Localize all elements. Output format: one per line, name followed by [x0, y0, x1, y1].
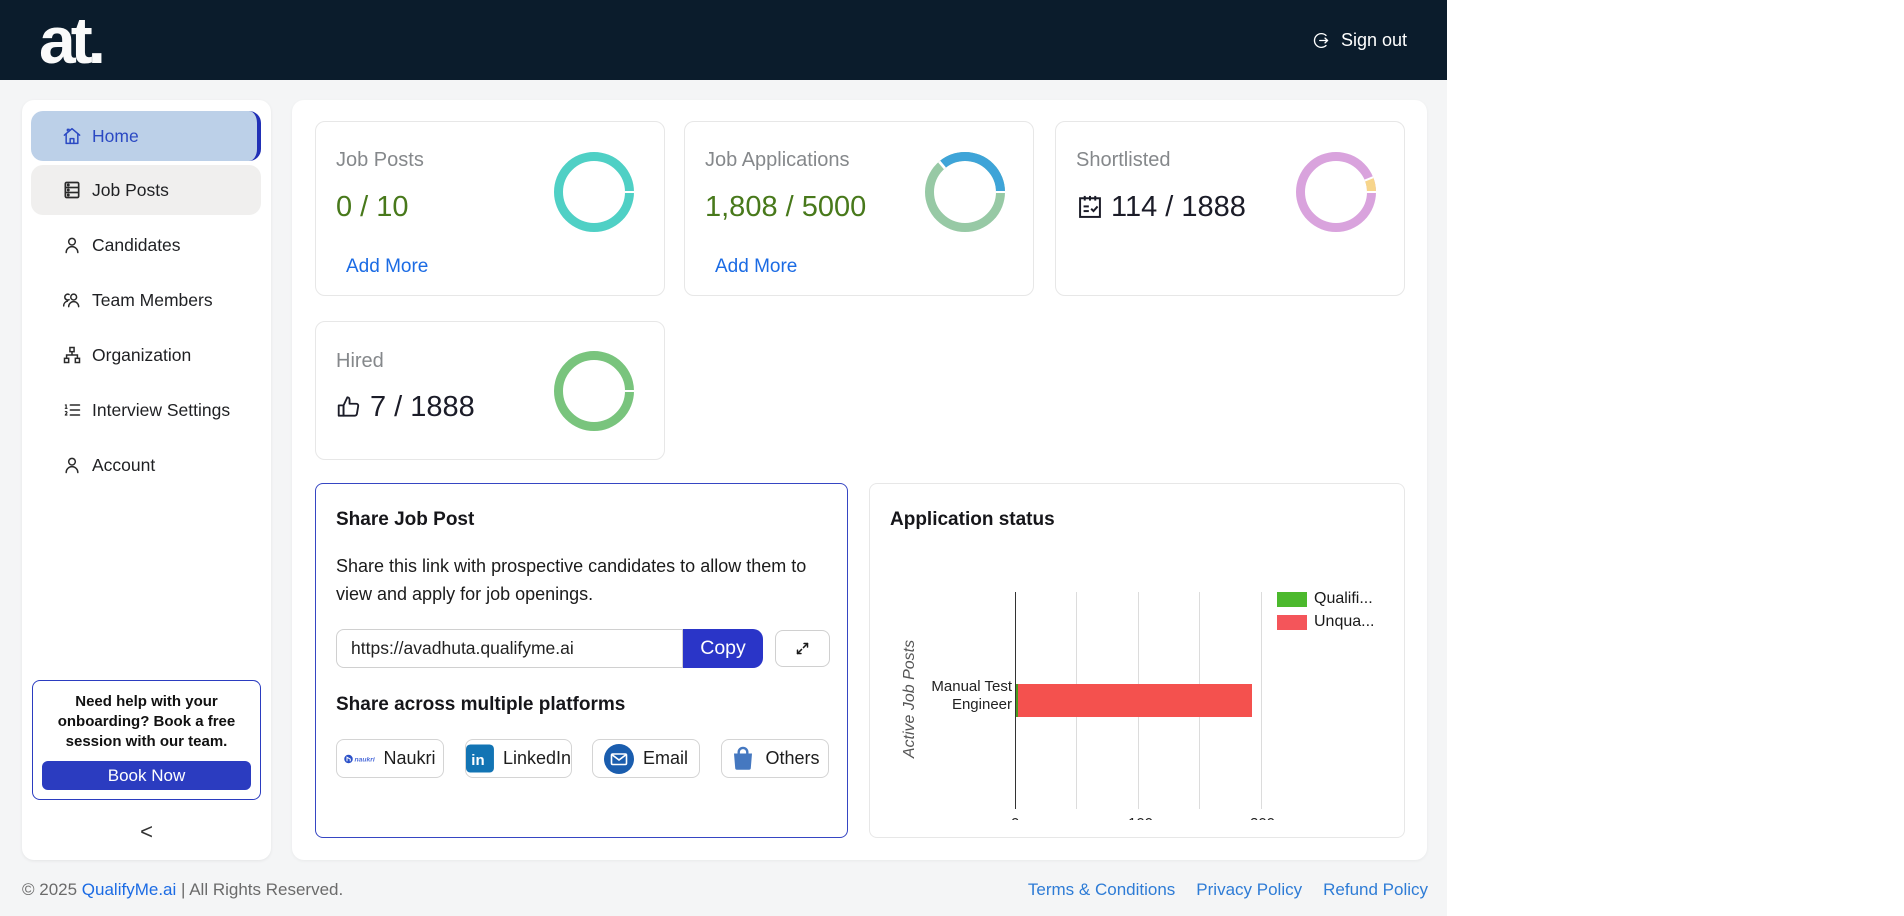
- svg-text:in: in: [471, 752, 484, 769]
- svg-text:naukri: naukri: [355, 756, 375, 763]
